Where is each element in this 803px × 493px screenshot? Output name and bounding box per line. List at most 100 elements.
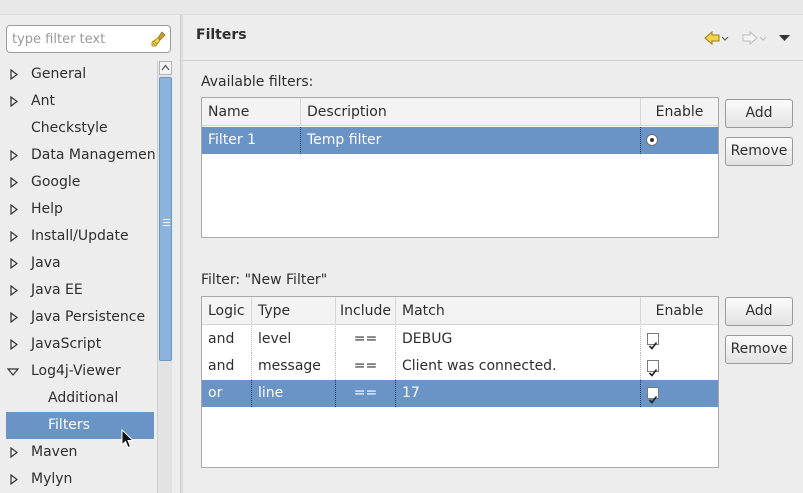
logic-cell: or (202, 380, 252, 407)
tree-item-google[interactable]: Google (0, 169, 156, 196)
page-navigation (704, 30, 790, 46)
forward-arrow-icon[interactable] (742, 30, 767, 46)
enable-checkbox[interactable] (647, 360, 659, 377)
expand-arrow-icon[interactable] (10, 69, 18, 80)
column-header-enable[interactable]: Enable (641, 98, 718, 126)
tree-item-mylyn[interactable]: Mylyn (0, 466, 156, 493)
tree-item-checkstyle[interactable]: Checkstyle (0, 115, 156, 142)
include-cell: == (336, 326, 396, 353)
expand-arrow-icon[interactable] (10, 231, 18, 242)
table-row[interactable]: or line == 17 (202, 380, 718, 407)
tree-item-label: Additional (48, 390, 119, 406)
expand-arrow-icon[interactable] (10, 96, 18, 107)
tree-item-label: Filters (48, 417, 90, 433)
expand-arrow-icon[interactable] (10, 258, 18, 269)
table-header: Logic Type Include Match Enable (202, 297, 718, 325)
remove-rule-button[interactable]: Remove (725, 335, 793, 364)
enable-cell (641, 326, 718, 353)
tree-item-java-persistence[interactable]: Java Persistence (0, 304, 156, 331)
window-top-strip (0, 0, 803, 15)
mouse-pointer-icon (121, 429, 135, 449)
tree-item-label: Ant (31, 93, 55, 109)
grip-icon (163, 219, 170, 220)
table-row[interactable]: and level == DEBUG (202, 326, 718, 353)
tree-item-install-update[interactable]: Install/Update (0, 223, 156, 250)
checkmark-icon (648, 342, 658, 350)
expand-arrow-icon[interactable] (10, 474, 18, 485)
filter-name-cell: Filter 1 (202, 127, 301, 154)
scroll-thumb[interactable] (159, 77, 172, 361)
expand-arrow-icon[interactable] (10, 339, 18, 350)
column-header-enable[interactable]: Enable (641, 297, 718, 325)
tree-item-label: Maven (31, 444, 78, 460)
column-header-logic[interactable]: Logic (202, 297, 252, 325)
tree-item-label: Java EE (31, 282, 83, 298)
enable-cell (641, 353, 718, 380)
tree-item-java[interactable]: Java (0, 250, 156, 277)
preference-page: Filters Available filters: Name Descript… (183, 15, 803, 493)
tree-item-label: Data Management (31, 147, 156, 163)
tree-item-ant[interactable]: Ant (0, 88, 156, 115)
tree-item-javascript[interactable]: JavaScript (0, 331, 156, 358)
scroll-up-button[interactable] (159, 61, 172, 75)
view-menu-icon[interactable] (779, 35, 790, 41)
collapse-arrow-icon[interactable] (7, 368, 19, 376)
expand-arrow-icon[interactable] (10, 285, 18, 296)
add-filter-button[interactable]: Add (725, 99, 793, 128)
checkmark-icon (648, 396, 658, 404)
filter-text-input[interactable] (6, 25, 171, 53)
page-title: Filters (196, 27, 247, 43)
filter-enable-cell (641, 127, 718, 154)
enable-checkbox[interactable] (647, 333, 659, 350)
column-header-description[interactable]: Description (301, 98, 641, 126)
column-header-include[interactable]: Include (336, 297, 396, 325)
filter-rules-label: Filter: "New Filter" (201, 272, 328, 288)
match-cell: Client was connected. (396, 353, 641, 380)
remove-filter-button[interactable]: Remove (725, 137, 793, 166)
tree-item-additional[interactable]: Additional (0, 385, 156, 412)
table-row[interactable]: and message == Client was connected. (202, 353, 718, 380)
type-cell: message (252, 353, 336, 380)
enable-checkbox[interactable] (647, 387, 659, 404)
available-filters-label: Available filters: (201, 74, 314, 90)
type-cell: line (252, 380, 336, 407)
back-arrow-icon[interactable] (704, 30, 729, 46)
checkmark-icon (648, 369, 658, 377)
column-header-type[interactable]: Type (252, 297, 336, 325)
tree-item-label: Java (31, 255, 61, 271)
table-row[interactable]: Filter 1 Temp filter (202, 127, 718, 154)
arrow-up-icon (161, 64, 170, 71)
tree-item-help[interactable]: Help (0, 196, 156, 223)
enable-radio[interactable] (646, 134, 658, 146)
available-filters-table[interactable]: Name Description Enable Filter 1 Temp fi… (201, 97, 719, 238)
logic-cell: and (202, 326, 252, 353)
tree-item-label: Java Persistence (31, 309, 146, 325)
tree-item-label: Checkstyle (31, 120, 108, 136)
expand-arrow-icon[interactable] (10, 150, 18, 161)
column-header-name[interactable]: Name (202, 98, 301, 126)
expand-arrow-icon[interactable] (10, 204, 18, 215)
tree-item-log4j-viewer[interactable]: Log4j-Viewer (0, 358, 156, 385)
tree-item-data-management[interactable]: Data Management (0, 142, 156, 169)
tree-scrollbar[interactable] (157, 61, 172, 493)
tree-item-label: Install/Update (31, 228, 129, 244)
expand-arrow-icon[interactable] (10, 312, 18, 323)
clear-filter-icon[interactable] (150, 30, 168, 48)
expand-arrow-icon[interactable] (10, 447, 18, 458)
tree-item-label: Help (31, 201, 63, 217)
add-rule-button[interactable]: Add (725, 297, 793, 326)
logic-cell: and (202, 353, 252, 380)
tree-item-label: Log4j-Viewer (31, 363, 121, 379)
include-cell: == (336, 353, 396, 380)
enable-cell (641, 380, 718, 407)
tree-item-general[interactable]: General (0, 61, 156, 88)
title-separator (183, 60, 803, 61)
tree-item-label: JavaScript (31, 336, 102, 352)
tree-item-java-ee[interactable]: Java EE (0, 277, 156, 304)
expand-arrow-icon[interactable] (10, 177, 18, 188)
column-header-match[interactable]: Match (396, 297, 641, 325)
filter-rules-table[interactable]: Logic Type Include Match Enable and leve… (201, 296, 719, 468)
tree-item-label: Mylyn (31, 471, 73, 487)
preferences-sidebar: General Ant Checkstyle Data Management G… (0, 15, 180, 493)
match-cell: DEBUG (396, 326, 641, 353)
